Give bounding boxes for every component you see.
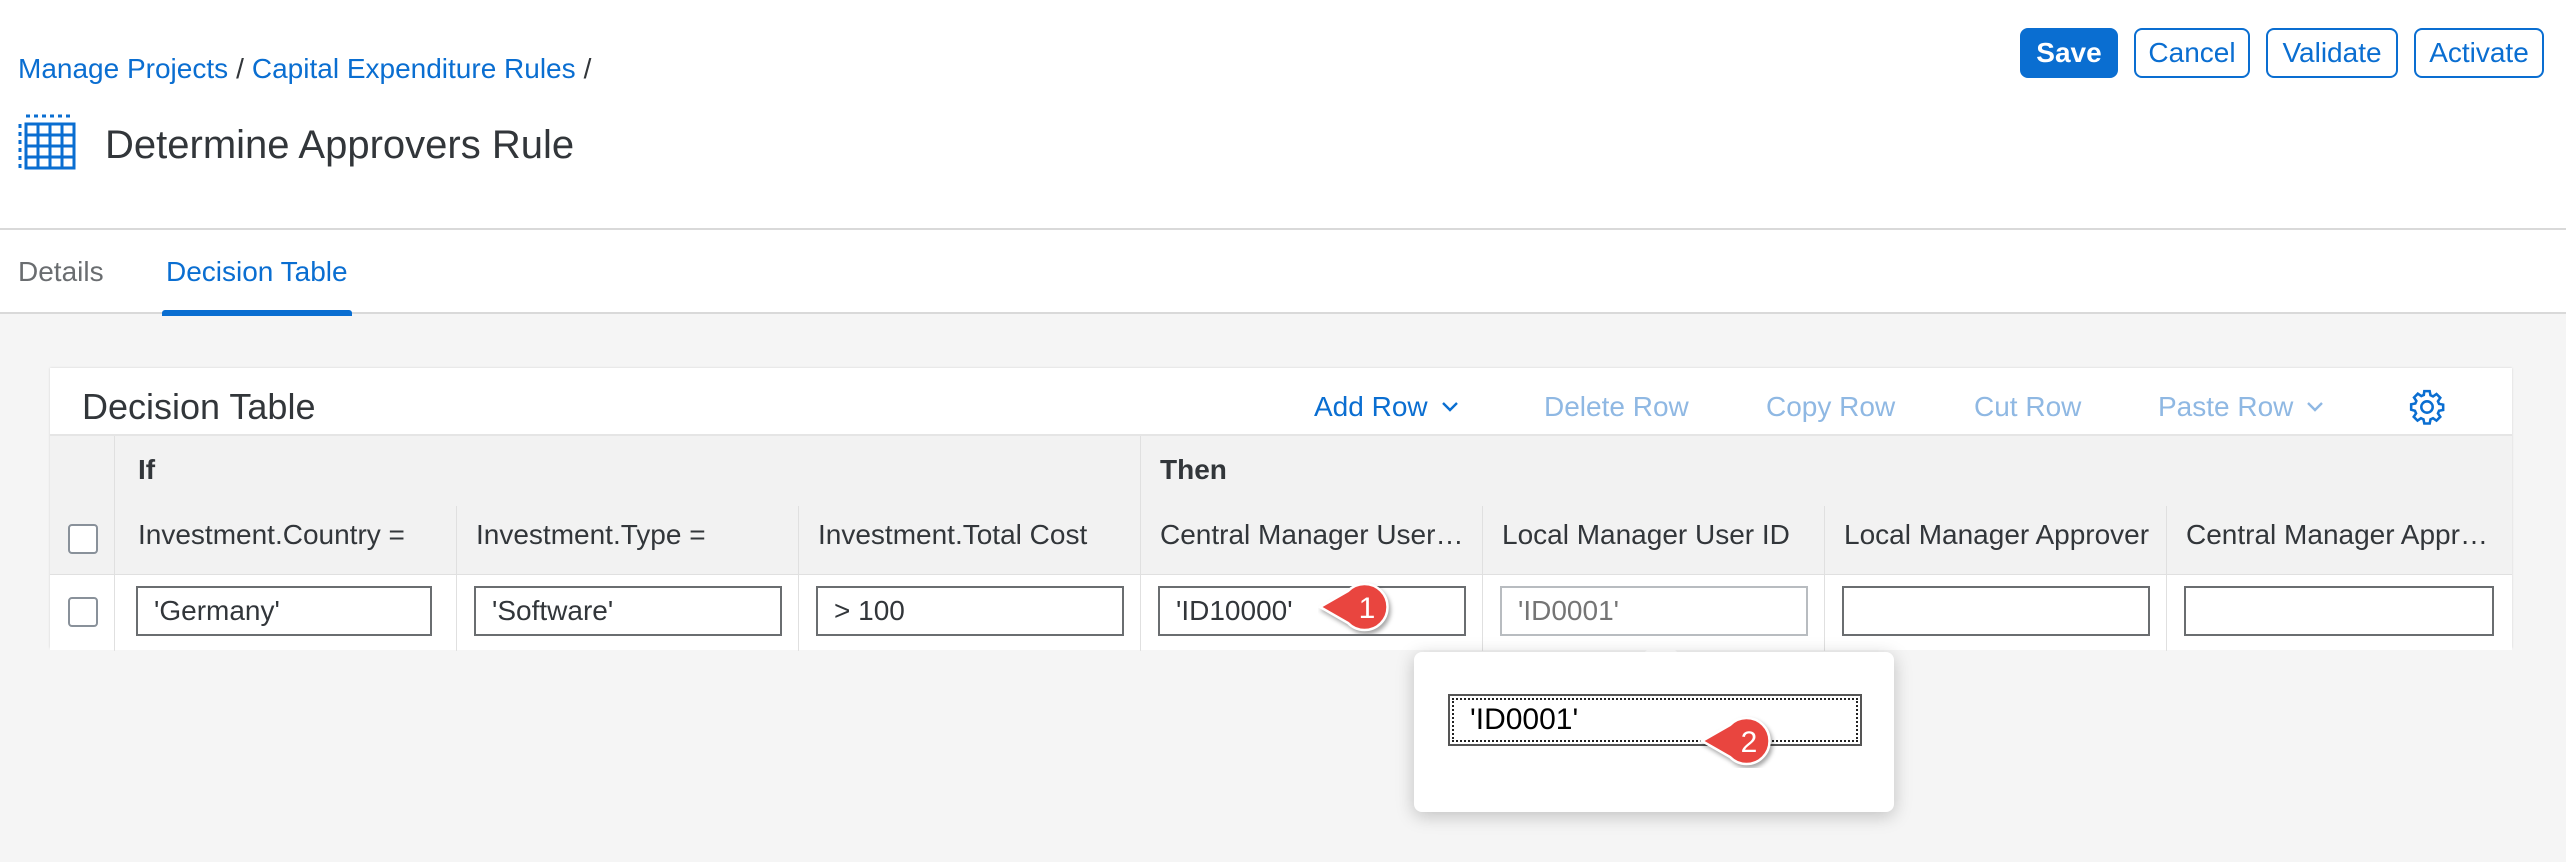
delete-row-button[interactable]: Delete Row: [1544, 382, 1689, 432]
column-header: Central Manager User ID: [1160, 519, 1466, 550]
save-button[interactable]: Save: [2020, 28, 2118, 78]
local-manager-user-id-input[interactable]: [1500, 586, 1808, 636]
chevron-down-icon: [1441, 402, 1458, 412]
value-popover: [1414, 652, 1894, 812]
callout-number: 2: [1741, 726, 1758, 759]
cut-row-button[interactable]: Cut Row: [1974, 382, 2081, 432]
validate-button[interactable]: Validate: [2266, 28, 2398, 78]
page-title: Determine Approvers Rule: [105, 123, 575, 167]
table-grid-icon: [18, 114, 76, 170]
central-manager-user-id-input[interactable]: [1158, 586, 1466, 636]
column-header: Local Manager Approver: [1844, 519, 2150, 550]
callout-marker-1: 1: [1318, 582, 1389, 632]
row-select-checkbox[interactable]: [68, 597, 98, 627]
if-group-label: If: [138, 454, 156, 485]
add-row-label: Add Row: [1314, 391, 1428, 422]
paste-row-label: Paste Row: [2158, 391, 2294, 422]
popover-value-input[interactable]: [1448, 694, 1862, 746]
then-group-label: Then: [1160, 454, 1227, 485]
callout-number: 1: [1359, 592, 1376, 625]
callout-marker-2: 2: [1700, 716, 1771, 766]
tab-details[interactable]: Details: [18, 230, 104, 314]
page-header: Manage Projects / Capital Expenditure Rule…: [0, 0, 2566, 228]
tab-decision-table[interactable]: Decision Table: [162, 230, 352, 316]
type-cell-input[interactable]: [474, 586, 782, 636]
gear-icon[interactable]: [2408, 388, 2446, 426]
tab-bar: Details Decision Table: [0, 230, 2566, 316]
central-manager-approver-input[interactable]: [2184, 586, 2494, 636]
breadcrumb: Manage Projects / Capital Expenditure Rule…: [18, 52, 599, 86]
column-header: Central Manager Approver: [2186, 519, 2492, 550]
local-manager-approver-input[interactable]: [1842, 586, 2150, 636]
popover-arrow: [1645, 636, 1677, 652]
add-row-button[interactable]: Add Row: [1314, 382, 1460, 432]
breadcrumb-separator: /: [583, 53, 592, 84]
paste-row-button[interactable]: Paste Row: [2158, 382, 2325, 432]
breadcrumb-separator: /: [236, 53, 244, 84]
breadcrumb-manage-projects[interactable]: Manage Projects: [18, 53, 228, 84]
column-header: Local Manager User ID: [1502, 519, 1790, 550]
total-cost-cell-input[interactable]: [816, 586, 1124, 636]
column-header: Investment.Total Cost: [818, 519, 1088, 550]
activate-button[interactable]: Activate: [2414, 28, 2544, 78]
decision-table-panel: Decision Table Add Row Delete Row Copy R…: [50, 368, 2512, 651]
select-all-checkbox[interactable]: [68, 524, 98, 554]
breadcrumb-capital-expenditure-rules[interactable]: Capital Expenditure Rules: [252, 53, 576, 84]
country-cell-input[interactable]: [136, 586, 432, 636]
cancel-button[interactable]: Cancel: [2134, 28, 2250, 78]
table-row: [50, 574, 2512, 651]
chevron-down-icon: [2307, 402, 2324, 412]
decision-table-title: Decision Table: [82, 386, 316, 427]
decision-table-grid: If Then Investment.Country = Investment.…: [50, 434, 2512, 651]
column-header: Investment.Type =: [476, 519, 706, 550]
copy-row-button[interactable]: Copy Row: [1766, 382, 1895, 432]
column-header: Investment.Country =: [138, 519, 405, 550]
